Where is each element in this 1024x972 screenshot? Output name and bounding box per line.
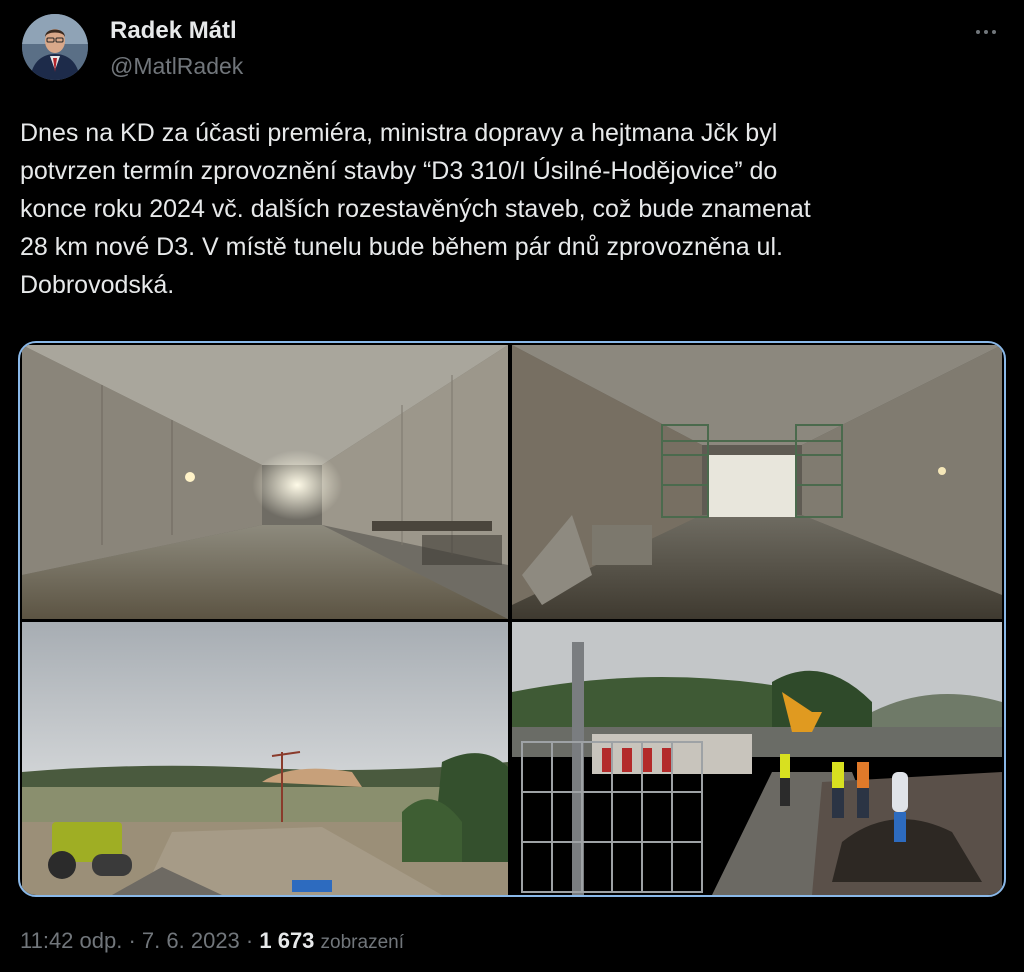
photo-tunnel-interior-1[interactable]: [22, 345, 508, 619]
author-handle[interactable]: @MatlRadek: [110, 50, 243, 82]
more-horizontal-icon: [984, 30, 988, 34]
author-display-name[interactable]: Radek Mátl: [110, 16, 243, 46]
avatar[interactable]: [22, 14, 88, 80]
meta-separator: ·: [122, 928, 142, 953]
more-options-button[interactable]: [972, 20, 1000, 44]
tweet-timestamp-time[interactable]: 11:42 odp.: [20, 928, 122, 953]
media-grid: [18, 341, 1006, 897]
tweet-text-line: Dobrovodská.: [20, 271, 175, 299]
photo-tunnel-scaffolding[interactable]: [512, 345, 1002, 619]
more-horizontal-icon: [992, 30, 996, 34]
views-count: 1 673: [259, 928, 315, 953]
tweet-text-line: 28 km nové D3. V místě tunelu bude během…: [20, 233, 783, 261]
tweet-card: Radek Mátl @MatlRadek Dnes na KD za účas…: [0, 0, 1024, 972]
tweet-text-line: konce roku 2024 vč. dalších rozestavěnýc…: [20, 195, 811, 223]
more-horizontal-icon: [976, 30, 980, 34]
photo-construction-site-landscape[interactable]: [22, 622, 508, 895]
tweet-text: Dnes na KD za účasti premiéra, ministra …: [20, 114, 1005, 304]
author-block: Radek Mátl @MatlRadek: [110, 16, 243, 82]
tweet-text-line: Dnes na KD za účasti premiéra, ministra …: [20, 119, 778, 147]
tweet-timestamp-date[interactable]: 7. 6. 2023: [142, 928, 240, 953]
views-label: zobrazení: [320, 932, 404, 953]
meta-separator: ·: [239, 928, 260, 953]
photo-road-workers[interactable]: [512, 622, 1002, 895]
tweet-text-line: potvrzen termín zprovoznění stavby “D3 3…: [20, 157, 778, 185]
tweet-meta: 11:42 odp. · 7. 6. 2023 · 1 673 zobrazen…: [20, 926, 404, 958]
